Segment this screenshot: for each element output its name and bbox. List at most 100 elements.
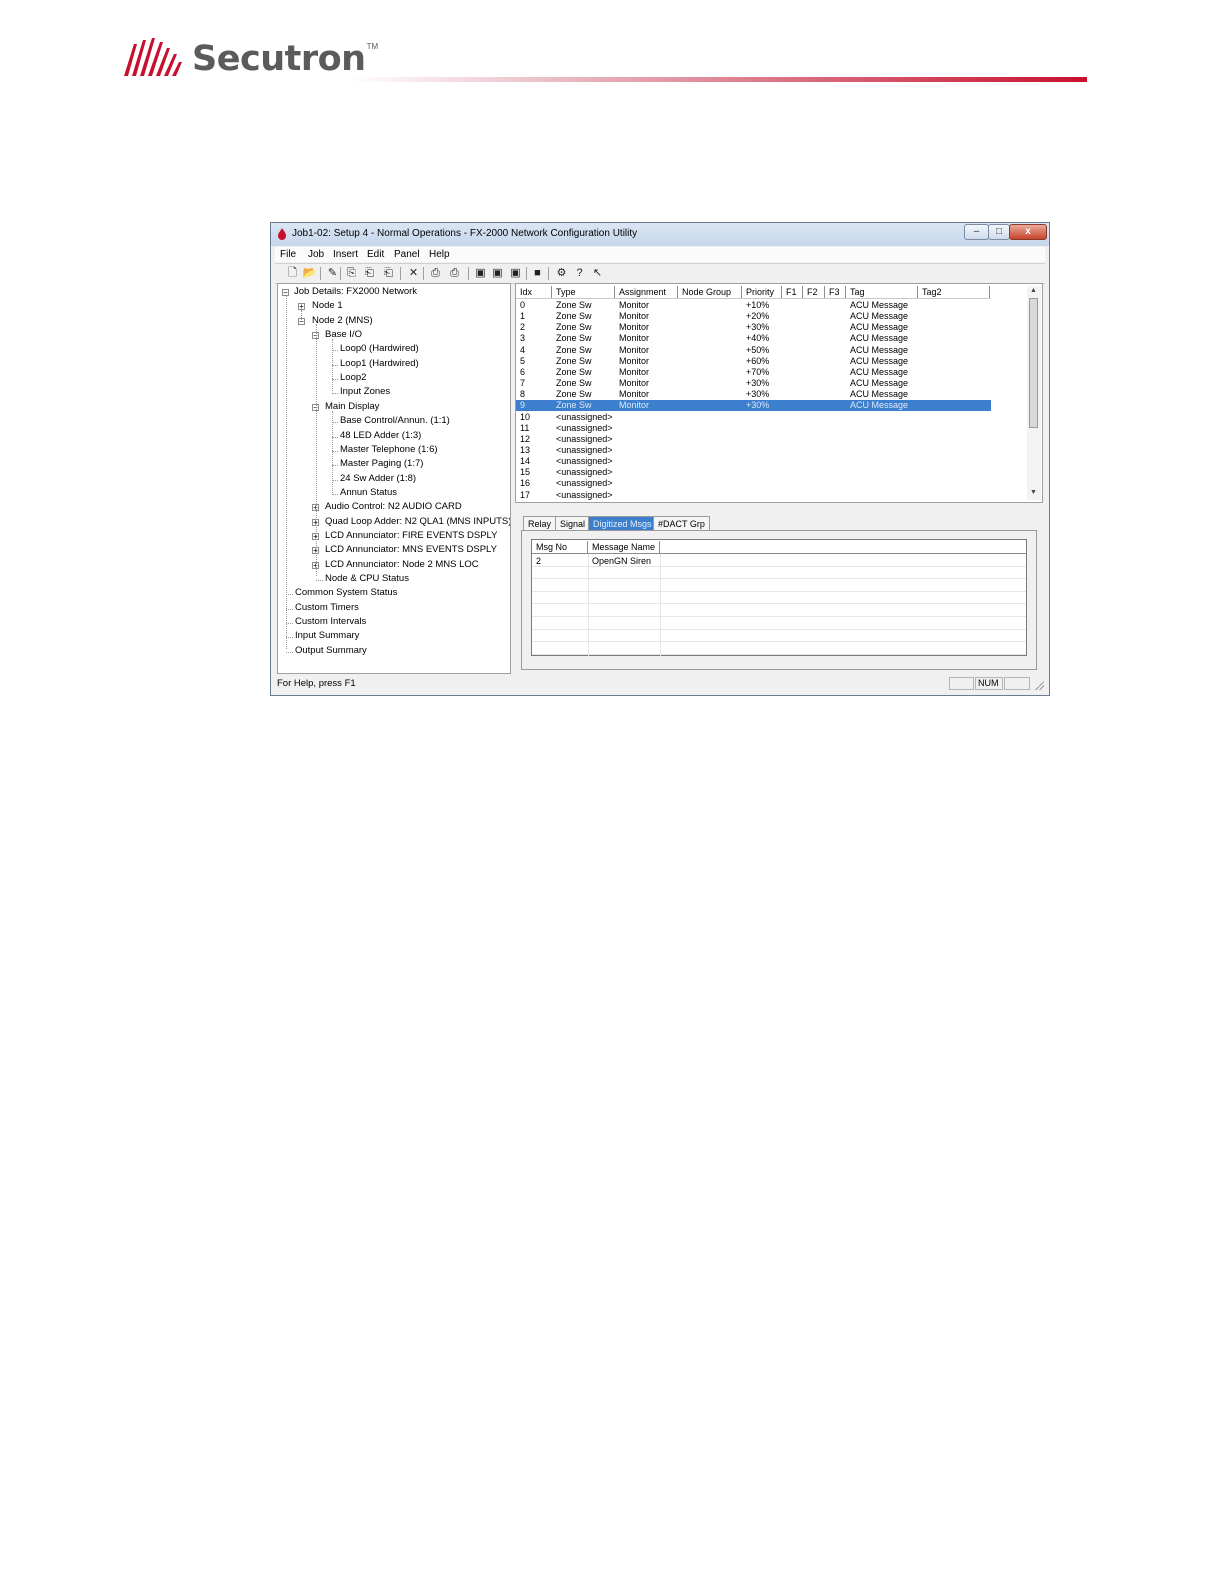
scroll-down-icon[interactable]: ▼ <box>1030 489 1037 496</box>
column-header-type[interactable]: Type <box>552 286 615 298</box>
table-row[interactable]: 6 Zone Sw Monitor +70% ACU Message <box>516 367 991 378</box>
table-row[interactable]: 0 Zone Sw Monitor +10% ACU Message <box>516 300 991 311</box>
table-row[interactable]: 10 <unassigned> <box>516 412 991 423</box>
column-header-message-name[interactable]: Message Name <box>588 541 660 553</box>
menu-panel[interactable]: Panel <box>394 249 420 260</box>
table-row[interactable]: 4 Zone Sw Monitor +50% ACU Message <box>516 345 991 356</box>
tree-item[interactable]: Base I/O <box>325 329 362 340</box>
tree-item[interactable]: Loop2 <box>340 372 366 383</box>
tree-item[interactable]: Audio Control: N2 AUDIO CARD <box>325 501 462 512</box>
tree-item[interactable]: Node & CPU Status <box>325 573 409 584</box>
tree-item[interactable]: Quad Loop Adder: N2 QLA1 (MNS INPUTS) <box>325 516 510 527</box>
column-header-msg-no[interactable]: Msg No <box>532 541 588 553</box>
table-row[interactable]: 14 <unassigned> <box>516 456 991 467</box>
menu-job[interactable]: Job <box>308 249 324 260</box>
open-folder-icon[interactable]: 📂 <box>302 266 317 281</box>
tree-item[interactable]: Custom Intervals <box>295 616 366 627</box>
scroll-up-icon[interactable]: ▲ <box>1030 287 1037 294</box>
table-row[interactable]: 8 Zone Sw Monitor +30% ACU Message <box>516 389 991 400</box>
tree-item[interactable]: Custom Timers <box>295 602 359 613</box>
tree-connector <box>332 339 333 391</box>
panel-icon[interactable]: ■ <box>530 266 545 281</box>
tree-item[interactable]: Loop0 (Hardwired) <box>340 343 419 354</box>
tree-item[interactable]: 24 Sw Adder (1:8) <box>340 473 416 484</box>
copy-icon[interactable]: ⎘ <box>344 266 359 281</box>
tree-item[interactable]: Master Telephone (1:6) <box>340 444 438 455</box>
menu-file[interactable]: File <box>280 249 296 260</box>
table-row[interactable]: 12 <unassigned> <box>516 434 991 445</box>
tree-item[interactable]: Master Paging (1:7) <box>340 458 423 469</box>
tree-item[interactable]: Input Summary <box>295 630 359 641</box>
tree-item[interactable]: 48 LED Adder (1:3) <box>340 430 421 441</box>
table-row[interactable]: 5 Zone Sw Monitor +60% ACU Message <box>516 356 991 367</box>
job-tree[interactable]: − Job Details: FX2000 Network + Node 1− Node… <box>277 283 511 674</box>
scroll-thumb[interactable] <box>1029 298 1038 428</box>
tab-digitized-msgs[interactable]: Digitized Msgs <box>588 516 657 530</box>
tree-item[interactable]: Job Details: FX2000 Network <box>294 286 417 297</box>
help-icon[interactable]: ? <box>572 266 587 281</box>
column-header-node-group[interactable]: Node Group <box>678 286 742 298</box>
title-bar[interactable]: Job1-02: Setup 4 - Normal Operations - F… <box>271 223 1049 246</box>
menu-insert[interactable]: Insert <box>333 249 358 260</box>
settings-icon[interactable]: ⚙ <box>554 266 569 281</box>
table-row[interactable]: 2 Zone Sw Monitor +30% ACU Message <box>516 322 991 333</box>
resize-grip-icon[interactable] <box>1034 680 1044 690</box>
points-grid[interactable]: Idx Type Assignment Node Group Priority F1 F2 F… <box>515 283 1043 503</box>
tree-item[interactable]: Output Summary <box>295 645 367 656</box>
tree-item[interactable]: Input Zones <box>340 386 390 397</box>
network-upload-icon[interactable]: ▣ <box>508 266 523 281</box>
table-cell[interactable]: OpenGN Siren <box>592 556 651 566</box>
menu-help[interactable]: Help <box>429 249 450 260</box>
table-cell[interactable]: 2 <box>536 556 541 566</box>
table-row[interactable]: 16 <unassigned> <box>516 478 991 489</box>
tree-item[interactable]: LCD Annunciator: MNS EVENTS DSPLY <box>325 544 497 555</box>
close-button[interactable]: x <box>1009 224 1047 240</box>
column-header-tag2[interactable]: Tag2 <box>918 286 990 298</box>
tree-item[interactable]: Loop1 (Hardwired) <box>340 358 419 369</box>
table-row[interactable]: 15 <unassigned> <box>516 467 991 478</box>
paste-special-icon[interactable]: ⎗ <box>381 266 396 281</box>
column-header-idx[interactable]: Idx <box>516 286 552 298</box>
table-row[interactable]: 1 Zone Sw Monitor +20% ACU Message <box>516 311 991 322</box>
tree-item[interactable]: Node 1 <box>312 300 343 311</box>
table-row[interactable]: 13 <unassigned> <box>516 445 991 456</box>
column-header-tag[interactable]: Tag <box>846 286 918 298</box>
network-connect-icon[interactable]: ▣ <box>473 266 488 281</box>
tab-signal[interactable]: Signal <box>555 516 591 530</box>
menu-edit[interactable]: Edit <box>367 249 384 260</box>
table-row[interactable]: 3 Zone Sw Monitor +40% ACU Message <box>516 333 991 344</box>
vertical-scrollbar[interactable]: ▲ ▼ <box>1027 286 1041 500</box>
column-header-f1[interactable]: F1 <box>782 286 803 298</box>
edit-pencil-icon[interactable]: ✎ <box>325 266 340 281</box>
tree-item[interactable]: LCD Annunciator: FIRE EVENTS DSPLY <box>325 530 497 541</box>
tree-item[interactable]: Main Display <box>325 401 379 412</box>
paste-icon[interactable]: ⎗ <box>362 266 377 281</box>
tab--dact-grp[interactable]: #DACT Grp <box>653 516 710 530</box>
context-help-icon[interactable]: ↖ <box>590 266 605 281</box>
table-row[interactable]: 17 <unassigned> <box>516 490 991 501</box>
expand-toggle-icon[interactable]: − <box>282 289 289 297</box>
tree-item[interactable]: Node 2 (MNS) <box>312 315 373 326</box>
print-icon[interactable]: ⎙ <box>428 266 443 281</box>
delete-icon[interactable]: ✕ <box>406 266 421 281</box>
table-cell: 9 <box>520 400 526 411</box>
column-header-assignment[interactable]: Assignment <box>615 286 678 298</box>
table-cell: ACU Message <box>850 378 909 389</box>
column-header-priority[interactable]: Priority <box>742 286 782 298</box>
tab-relay[interactable]: Relay <box>523 516 557 530</box>
table-row[interactable]: 9 Zone Sw Monitor +30% ACU Message <box>516 400 991 412</box>
new-file-icon[interactable]: 🗋 <box>285 266 300 281</box>
minimize-button[interactable]: – <box>964 224 989 240</box>
column-header-f3[interactable]: F3 <box>825 286 846 298</box>
tree-item[interactable]: Common System Status <box>295 587 397 598</box>
print-preview-icon[interactable]: ⎙ <box>447 266 462 281</box>
column-header-f2[interactable]: F2 <box>803 286 825 298</box>
digitized-messages-table[interactable]: Msg No Message Name 2 OpenGN Siren <box>531 539 1027 656</box>
tree-item[interactable]: Base Control/Annun. (1:1) <box>340 415 450 426</box>
table-row[interactable]: 11 <unassigned> <box>516 423 991 434</box>
tree-item[interactable]: Annun Status <box>340 487 397 498</box>
maximize-button[interactable]: □ <box>988 224 1010 240</box>
table-row[interactable]: 7 Zone Sw Monitor +30% ACU Message <box>516 378 991 389</box>
network-download-icon[interactable]: ▣ <box>490 266 505 281</box>
tree-item[interactable]: LCD Annunciator: Node 2 MNS LOC <box>325 559 479 570</box>
